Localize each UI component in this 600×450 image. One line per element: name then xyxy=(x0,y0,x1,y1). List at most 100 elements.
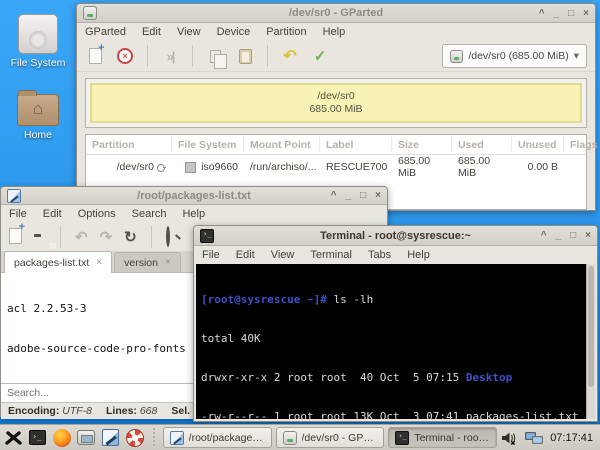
applications-menu-icon[interactable] xyxy=(3,427,23,449)
toolbar-separator xyxy=(60,226,61,248)
menu-partition[interactable]: Partition xyxy=(266,26,306,38)
apply-button[interactable]: ✓ xyxy=(310,46,330,66)
table-row[interactable]: /dev/sr0 iso9660 /run/archiso/... RESCUE… xyxy=(86,155,586,179)
minimize-button[interactable]: _ xyxy=(556,227,562,244)
undo-button[interactable]: ↶ xyxy=(280,46,300,66)
tab-version[interactable]: version × xyxy=(114,252,181,272)
taskbar-button-editor[interactable]: /root/packages-lis... xyxy=(163,427,272,448)
gparted-launcher-icon[interactable] xyxy=(76,427,96,449)
reload-icon[interactable]: ↻ xyxy=(124,230,137,245)
menu-edit[interactable]: Edit xyxy=(43,208,62,220)
row-mount-point: /run/archiso/... xyxy=(250,161,317,173)
shade-button[interactable]: ^ xyxy=(331,187,337,204)
menu-device[interactable]: Device xyxy=(217,26,251,38)
menu-edit[interactable]: Edit xyxy=(236,249,255,261)
terminal-line: [root@sysrescue ~]# ls -lh xyxy=(201,293,581,306)
lines-value: 668 xyxy=(140,405,158,417)
row-label: RESCUE700 xyxy=(326,161,387,173)
tab-close-icon[interactable]: × xyxy=(165,257,171,268)
maximize-button[interactable]: □ xyxy=(570,227,576,244)
desktop-icon-file-system[interactable]: File System xyxy=(2,14,74,69)
menu-edit[interactable]: Edit xyxy=(142,26,161,38)
menu-view[interactable]: View xyxy=(271,249,295,261)
col-partition: Partition xyxy=(86,138,172,152)
new-document-icon[interactable] xyxy=(9,228,22,247)
gparted-titlebar[interactable]: /dev/sr0 - GParted ^ _ □ × xyxy=(77,4,595,23)
toolbar-separator xyxy=(151,226,152,248)
row-partition: /dev/sr0 xyxy=(117,161,154,173)
menu-help[interactable]: Help xyxy=(182,208,205,220)
new-partition-button[interactable] xyxy=(85,46,105,66)
shade-button[interactable]: ^ xyxy=(539,5,545,22)
minimize-button[interactable]: _ xyxy=(554,5,560,22)
scrollbar-thumb[interactable] xyxy=(588,266,594,387)
row-unused: 0.00 B xyxy=(528,161,558,173)
menu-options[interactable]: Options xyxy=(78,208,116,220)
menu-search[interactable]: Search xyxy=(132,208,167,220)
search-icon[interactable] xyxy=(166,228,170,246)
terminal-launcher-icon[interactable] xyxy=(27,427,47,449)
device-selector-dropdown[interactable]: /dev/sr0 (685.00 MiB) ▾ xyxy=(442,44,587,68)
taskbar-button-label: /dev/sr0 - GParted xyxy=(302,432,378,444)
terminal-line: drwxr-xr-x 2 root root 40 Oct 5 07:15 De… xyxy=(201,371,581,384)
gparted-window: /dev/sr0 - GParted ^ _ □ × GParted Edit … xyxy=(76,3,596,211)
maximize-button[interactable]: □ xyxy=(360,187,366,204)
tab-close-icon[interactable]: × xyxy=(96,257,102,268)
desktop-icon-home[interactable]: Home xyxy=(2,90,74,141)
editor-titlebar[interactable]: /root/packages-list.txt ^ _ □ × xyxy=(1,187,387,205)
tab-label: version xyxy=(124,257,158,269)
gparted-window-title: /dev/sr0 - GParted xyxy=(77,7,595,19)
network-icon[interactable] xyxy=(524,430,544,446)
menu-tabs[interactable]: Tabs xyxy=(368,249,391,261)
mousepad-launcher-icon[interactable] xyxy=(101,427,121,449)
selection-label: Sel. xyxy=(171,405,190,417)
hard-drive-icon xyxy=(18,14,58,54)
taskbar-button-gparted[interactable]: /dev/sr0 - GParted xyxy=(276,427,385,448)
volume-muted-icon[interactable] xyxy=(501,430,518,446)
redo-icon[interactable]: ↷ xyxy=(100,230,113,245)
minimize-button[interactable]: _ xyxy=(346,187,352,204)
terminal-app-icon xyxy=(395,431,409,445)
shade-button[interactable]: ^ xyxy=(541,227,547,244)
menu-file[interactable]: File xyxy=(202,249,220,261)
close-button[interactable]: × xyxy=(585,227,591,244)
toolbar-separator xyxy=(192,45,193,67)
close-button[interactable]: × xyxy=(375,187,381,204)
menu-view[interactable]: View xyxy=(177,26,201,38)
help-lifebuoy-icon[interactable] xyxy=(125,427,145,449)
editor-menubar: File Edit Options Search Help xyxy=(1,205,387,223)
copy-button[interactable] xyxy=(205,46,225,66)
row-filesystem: iso9660 xyxy=(201,161,238,173)
undo-icon[interactable]: ↶ xyxy=(75,230,88,245)
terminal-scrollbar[interactable] xyxy=(586,264,595,419)
menu-terminal[interactable]: Terminal xyxy=(310,249,352,261)
taskbar-button-terminal[interactable]: Terminal - root@s... xyxy=(388,427,497,448)
terminal-titlebar[interactable]: Terminal - root@sysrescue:~ ^ _ □ × xyxy=(194,226,597,246)
menu-file[interactable]: File xyxy=(9,208,27,220)
mousepad-app-icon xyxy=(170,431,184,445)
col-flags: Flags xyxy=(564,138,600,152)
tab-packages-list[interactable]: packages-list.txt × xyxy=(4,251,112,273)
partition-size: 685.00 MiB xyxy=(309,103,362,116)
partition-block-sr0[interactable]: /dev/sr0 685.00 MiB xyxy=(90,83,582,123)
partition-device: /dev/sr0 xyxy=(317,90,354,103)
terminal-screen[interactable]: [root@sysrescue ~]# ls -lh total 40K drw… xyxy=(196,264,586,419)
mounted-key-icon xyxy=(157,163,166,172)
taskbar-clock[interactable]: 07:17:41 xyxy=(550,432,593,444)
menu-help[interactable]: Help xyxy=(323,26,346,38)
resize-move-button[interactable]: »| xyxy=(160,46,180,66)
firefox-icon[interactable] xyxy=(52,427,72,449)
toolbar-separator xyxy=(267,45,268,67)
col-mount-point: Mount Point xyxy=(244,138,320,152)
taskbar-button-label: /root/packages-lis... xyxy=(189,432,265,444)
paste-button[interactable] xyxy=(235,46,255,66)
maximize-button[interactable]: □ xyxy=(568,5,574,22)
close-button[interactable]: × xyxy=(583,5,589,22)
terminal-window: Terminal - root@sysrescue:~ ^ _ □ × File… xyxy=(193,225,598,422)
desktop-icon-label: Home xyxy=(2,129,74,141)
delete-partition-button[interactable]: × xyxy=(115,46,135,66)
menu-gparted[interactable]: GParted xyxy=(85,26,126,38)
menu-help[interactable]: Help xyxy=(407,249,430,261)
toolbar-separator xyxy=(147,45,148,67)
gparted-app-icon xyxy=(283,431,297,445)
